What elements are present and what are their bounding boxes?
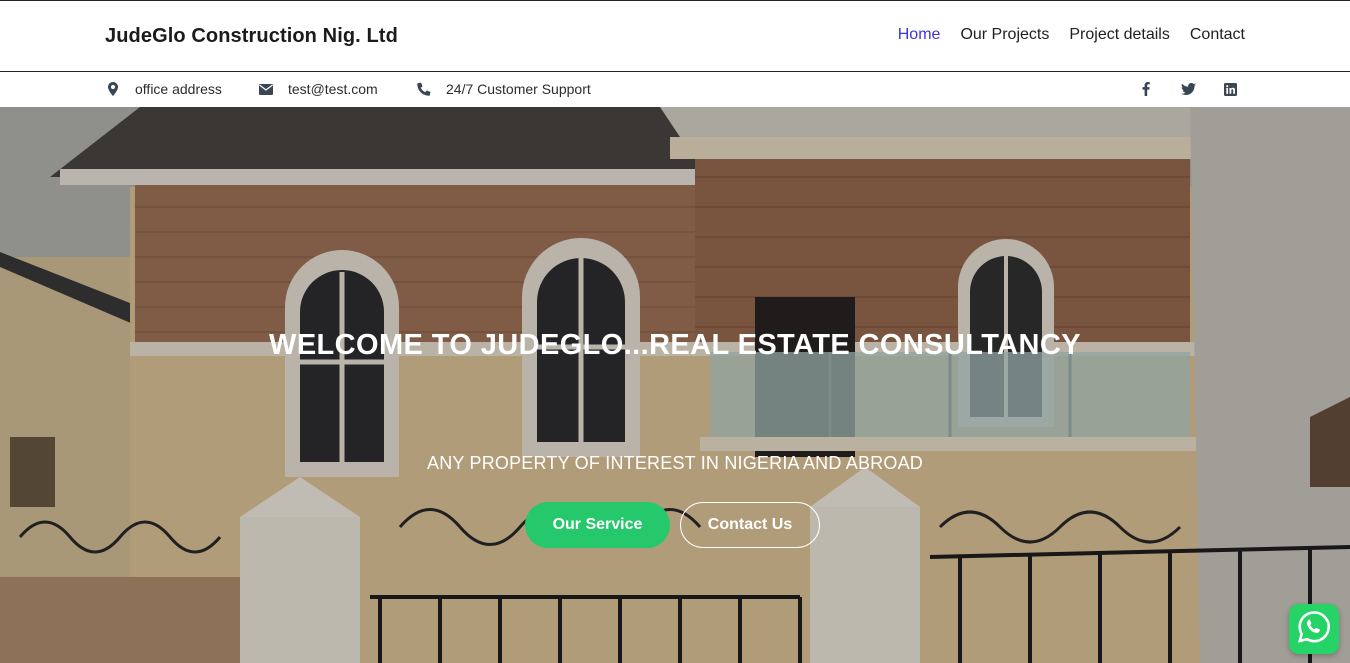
hero-title: WELCOME TO JUDEGLO...REAL ESTATE CONSULT… (269, 329, 1081, 361)
contact-us-button[interactable]: Contact Us (680, 502, 820, 548)
top-info-bar: office address test@test.com 24/7 Custom… (0, 72, 1350, 107)
social-links (1138, 80, 1238, 98)
address-text: office address (135, 81, 222, 97)
nav-contact[interactable]: Contact (1190, 26, 1245, 44)
linkedin-icon[interactable] (1222, 80, 1238, 98)
phone-icon (416, 81, 432, 97)
envelope-icon (258, 81, 274, 97)
email-text: test@test.com (288, 81, 378, 97)
support-item: 24/7 Customer Support (416, 81, 591, 97)
address-item: office address (105, 81, 222, 97)
facebook-icon[interactable] (1138, 80, 1154, 98)
whatsapp-button[interactable] (1289, 604, 1339, 654)
hero-subtitle: ANY PROPERTY OF INTEREST IN NIGERIA AND … (427, 453, 923, 473)
email-item[interactable]: test@test.com (258, 81, 378, 97)
main-nav: Home Our Projects Project details Contac… (898, 26, 1245, 44)
hero-section: WELCOME TO JUDEGLO...REAL ESTATE CONSULT… (0, 107, 1350, 663)
nav-home[interactable]: Home (898, 26, 941, 44)
twitter-icon[interactable] (1180, 80, 1196, 98)
support-text: 24/7 Customer Support (446, 81, 591, 97)
nav-our-projects[interactable]: Our Projects (960, 26, 1049, 44)
our-service-button[interactable]: Our Service (525, 502, 670, 548)
site-header: JudeGlo Construction Nig. Ltd Home Our P… (0, 0, 1350, 72)
map-marker-icon (105, 81, 121, 97)
whatsapp-icon (1296, 609, 1332, 650)
hero-overlay (0, 107, 1350, 663)
brand-logo[interactable]: JudeGlo Construction Nig. Ltd (105, 25, 398, 48)
nav-project-details[interactable]: Project details (1069, 26, 1170, 44)
